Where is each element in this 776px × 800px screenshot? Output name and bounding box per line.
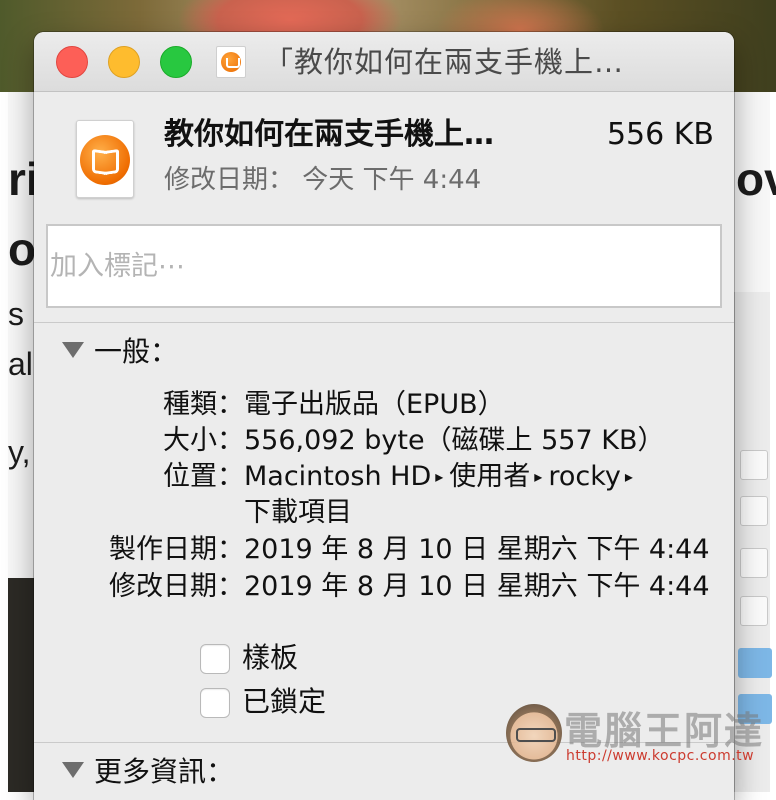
where-path: Macintosh HD ▸ 使用者 ▸ rocky ▸ [244, 459, 724, 495]
modified-summary: 修改日期： 今天 下午 4:44 [164, 165, 482, 195]
size-label: 大小： [163, 425, 244, 456]
minimize-button[interactable] [108, 46, 140, 78]
locked-checkbox[interactable] [200, 688, 230, 718]
background-text: al [8, 346, 33, 382]
stationery-label[interactable]: 樣板 [242, 640, 298, 676]
divider [34, 322, 734, 323]
path-separator-icon: ▸ [624, 467, 633, 486]
path-item[interactable]: rocky [548, 461, 621, 492]
background-pdf-icon [740, 496, 768, 526]
size-value: 556,092 byte（磁碟上 557 KB） [244, 425, 665, 456]
watermark-url: http://www.kocpc.com.tw [566, 748, 755, 764]
background-text: o [8, 223, 37, 275]
path-separator-icon: ▸ [534, 467, 543, 486]
background-text: ov [736, 153, 776, 205]
file-size: 556 KB [606, 117, 714, 152]
background-text: y, [8, 434, 31, 470]
ibooks-icon [76, 120, 134, 198]
general-disclosure-triangle-icon[interactable] [62, 342, 84, 358]
background-pdf-icon [740, 596, 768, 626]
watermark: 電腦王阿達 http://www.kocpc.com.tw [506, 700, 762, 780]
background-file-icon [740, 450, 768, 480]
created-label: 製作日期： [109, 534, 244, 565]
get-info-window: 「教你如何在兩支手機上… 教你如何在兩支手機上… 556 KB 修改日期： 今天… [34, 32, 734, 800]
modified-label: 修改日期： [109, 571, 244, 602]
tags-input[interactable] [46, 224, 722, 308]
background-text: s [8, 296, 24, 332]
modified-value: 2019 年 8 月 10 日 星期六 下午 4:44 [244, 571, 710, 602]
kind-value: 電子出版品（EPUB） [244, 389, 505, 420]
title-bar[interactable]: 「教你如何在兩支手機上… [34, 32, 734, 92]
where-label: 位置： [163, 461, 244, 492]
path-item[interactable]: 下載項目 [244, 495, 724, 531]
close-button[interactable] [56, 46, 88, 78]
path-item[interactable]: Macintosh HD [244, 461, 431, 492]
kind-label: 種類： [163, 389, 244, 420]
path-item[interactable]: 使用者 [449, 461, 530, 492]
background-image [8, 578, 36, 792]
watermark-title: 電腦王阿達 [564, 709, 765, 753]
file-name: 教你如何在兩支手機上… [164, 117, 494, 152]
more-info-disclosure-triangle-icon[interactable] [62, 762, 84, 778]
more-info-section-title[interactable]: 更多資訊： [94, 750, 234, 790]
ibooks-icon [216, 46, 246, 78]
background-app-icon [740, 548, 768, 578]
watermark-mascot-icon [506, 704, 562, 762]
general-section-title[interactable]: 一般： [94, 330, 178, 370]
background-folder-icon [738, 648, 772, 678]
path-separator-icon: ▸ [435, 467, 444, 486]
locked-label[interactable]: 已鎖定 [242, 684, 326, 720]
window-title: 「教你如何在兩支手機上… [264, 45, 625, 79]
zoom-button[interactable] [160, 46, 192, 78]
stationery-checkbox[interactable] [200, 644, 230, 674]
created-value: 2019 年 8 月 10 日 星期六 下午 4:44 [244, 534, 710, 565]
